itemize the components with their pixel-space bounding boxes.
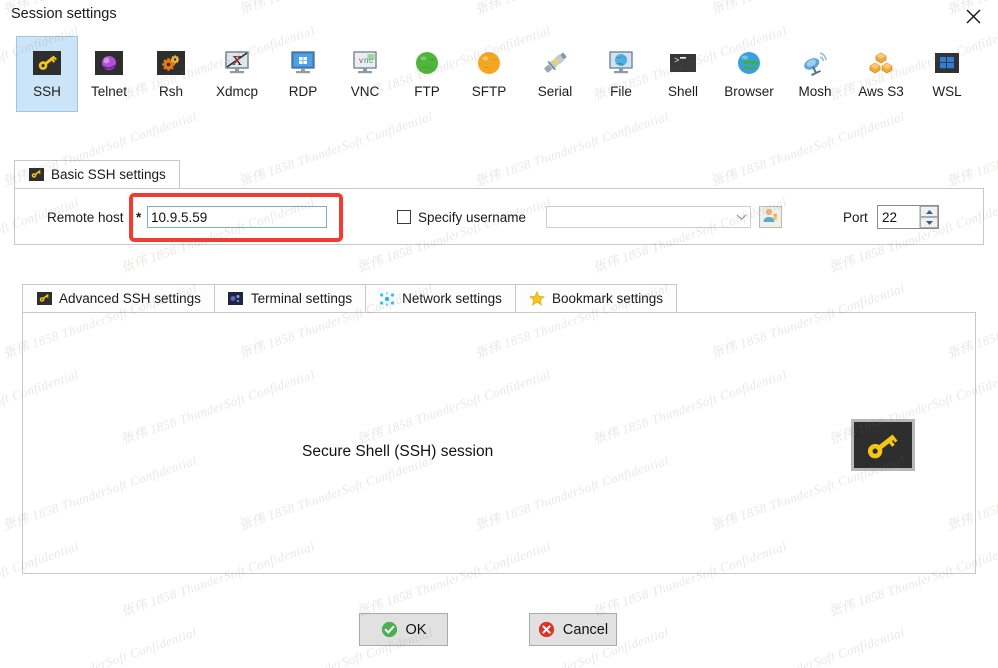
session-type-label: File [610, 84, 632, 99]
tab-label: Bookmark settings [551, 291, 663, 306]
tab-label: Terminal settings [250, 291, 353, 306]
cancel-button[interactable]: Cancel [529, 613, 617, 646]
port-value[interactable]: 22 [878, 206, 919, 228]
session-type-label: Serial [537, 84, 573, 99]
serial-plug-icon [539, 47, 571, 79]
session-type-browser[interactable]: Browser [714, 36, 784, 112]
windows-icon [931, 47, 963, 79]
close-button[interactable] [952, 2, 994, 30]
watermark-text: 张伟 1858 ThunderSoft Confidential [708, 624, 907, 668]
session-description-panel [22, 312, 976, 574]
session-type-ftp[interactable]: FTP [396, 36, 458, 112]
remote-host-label: Remote host [47, 210, 124, 225]
vnc-monitor-icon: v n c [349, 47, 381, 79]
watermark-text: 张伟 1858 ThunderSoft Confidential [944, 622, 998, 668]
satellite-icon [799, 47, 831, 79]
green-check-icon [381, 621, 398, 638]
key-icon [36, 291, 52, 307]
specify-username-label: Specify username [418, 210, 527, 225]
lower-tabrow: Advanced SSH settings Terminal settings [22, 282, 677, 312]
session-type-label: Xdmcp [215, 84, 259, 99]
tab-terminal-settings[interactable]: Terminal settings [213, 284, 367, 312]
session-type-label: FTP [414, 84, 440, 99]
tab-label: Advanced SSH settings [59, 291, 201, 306]
session-type-label: Mosh [798, 84, 832, 99]
session-type-wsl[interactable]: WSL [916, 36, 978, 112]
user-icon [762, 207, 779, 228]
session-type-label: RDP [288, 84, 318, 99]
terminal-settings-icon [228, 291, 244, 307]
remote-host-input[interactable] [147, 206, 327, 228]
session-settings-dialog: Session settings SSH Telnet Rsh X Xdmcp … [0, 0, 998, 668]
star-icon [528, 291, 545, 307]
session-type-label: Aws S3 [858, 84, 904, 99]
title-bar: Session settings [0, 0, 998, 32]
port-spinner-buttons[interactable] [919, 206, 938, 228]
red-x-icon [538, 621, 555, 638]
watermark-text: 张伟 1858 ThunderSoft Confidential [0, 624, 199, 668]
session-type-label: SFTP [471, 84, 507, 99]
sphere-icon [93, 47, 125, 79]
port-label: Port [843, 210, 868, 225]
session-type-telnet[interactable]: Telnet [78, 36, 140, 112]
ok-button-label: OK [405, 621, 427, 638]
session-type-aws-s3[interactable]: Aws S3 [846, 36, 916, 112]
session-type-shell[interactable]: > Shell [652, 36, 714, 112]
windows-monitor-icon [287, 47, 319, 79]
tab-bookmark-settings[interactable]: Bookmark settings [514, 284, 677, 312]
select-user-button[interactable] [759, 206, 782, 228]
svg-text:v: v [359, 56, 363, 65]
session-type-label: Browser [724, 84, 774, 99]
close-icon [966, 9, 981, 24]
session-type-file[interactable]: File [590, 36, 652, 112]
session-type-toolbar[interactable]: SSH Telnet Rsh X Xdmcp RDP v n c VNC FTP… [0, 36, 998, 130]
key-icon [28, 167, 44, 183]
remote-host-required-marker: * [136, 210, 142, 225]
terminal-icon: > [667, 47, 699, 79]
specify-username-checkbox[interactable] [397, 210, 411, 224]
key-icon [31, 47, 63, 79]
page-title: Session settings [11, 6, 117, 22]
session-key-icon [851, 419, 915, 471]
green-globe-icon [411, 47, 443, 79]
spinner-down-icon[interactable] [920, 217, 938, 228]
session-type-mosh[interactable]: Mosh [784, 36, 846, 112]
cancel-button-label: Cancel [562, 621, 609, 638]
session-type-ssh[interactable]: SSH [16, 36, 78, 112]
port-spinner[interactable]: 22 [877, 205, 939, 229]
tab-basic-ssh-settings[interactable]: Basic SSH settings [14, 160, 180, 188]
orange-globe-icon [473, 47, 505, 79]
session-type-rdp[interactable]: RDP [272, 36, 334, 112]
tab-network-settings[interactable]: Network settings [365, 284, 516, 312]
session-type-xdmcp[interactable]: X Xdmcp [202, 36, 272, 112]
tab-label: Basic SSH settings [51, 167, 166, 182]
tab-label: Network settings [402, 291, 502, 306]
ok-button[interactable]: OK [359, 613, 448, 646]
aws-s3-icon [865, 47, 897, 79]
session-type-label: SSH [33, 84, 61, 99]
session-type-rsh[interactable]: Rsh [140, 36, 202, 112]
session-type-label: WSL [932, 84, 962, 99]
file-monitor-icon [605, 47, 637, 79]
svg-text:>: > [674, 56, 679, 66]
session-type-sftp[interactable]: SFTP [458, 36, 520, 112]
gears-icon [155, 47, 187, 79]
chevron-down-icon [732, 213, 750, 221]
session-description-text: Secure Shell (SSH) session [302, 443, 494, 460]
x-monitor-icon: X [221, 47, 253, 79]
username-combobox[interactable] [546, 206, 751, 228]
network-icon [379, 291, 395, 307]
session-type-label: Shell [667, 84, 699, 99]
session-type-label: Telnet [90, 84, 128, 99]
session-type-serial[interactable]: Serial [520, 36, 590, 112]
basic-settings-tabrow: Basic SSH settings [14, 158, 180, 188]
session-type-label: VNC [350, 84, 380, 99]
spinner-up-icon[interactable] [920, 206, 938, 217]
tab-advanced-ssh-settings[interactable]: Advanced SSH settings [22, 284, 215, 312]
session-type-label: Rsh [158, 84, 183, 99]
blue-globe-icon [733, 47, 765, 79]
session-type-vnc[interactable]: v n c VNC [334, 36, 396, 112]
